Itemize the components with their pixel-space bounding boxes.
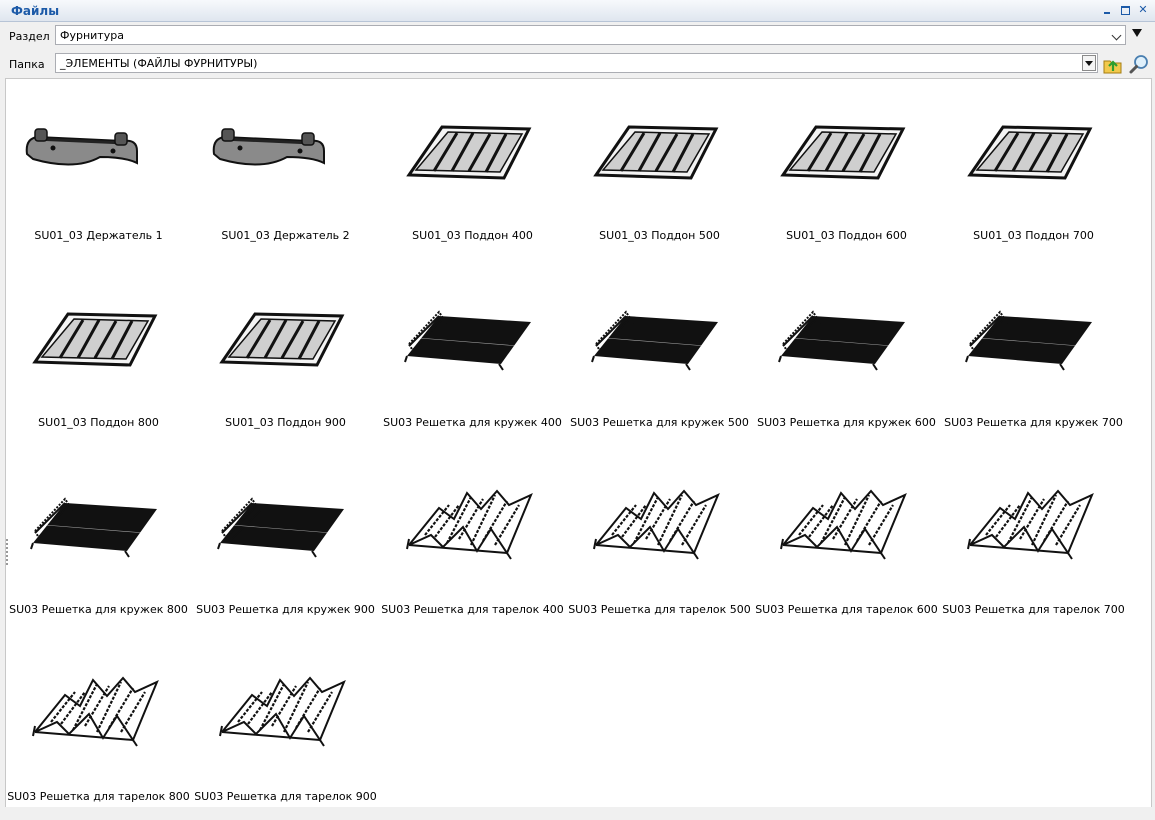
file-thumbnail xyxy=(5,266,192,416)
file-label: SU01_03 Держатель 2 xyxy=(221,229,350,242)
file-label: SU01_03 Поддон 800 xyxy=(38,416,159,429)
file-item[interactable]: SU03 Решетка для кружек 500 xyxy=(566,266,753,446)
file-item[interactable]: SU03 Решетка для тарелок 400 xyxy=(379,453,566,633)
cup-rack-icon xyxy=(217,498,345,558)
tray-icon xyxy=(33,312,157,367)
tray-icon xyxy=(220,312,344,367)
file-thumbnail xyxy=(940,79,1127,229)
folder-select[interactable]: _ЭЛЕМЕНТЫ (ФАЙЛЫ ФУРНИТУРЫ) xyxy=(55,53,1098,73)
file-thumbnail xyxy=(379,79,566,229)
file-label: SU03 Решетка для тарелок 800 xyxy=(7,790,190,803)
tray-icon xyxy=(407,125,531,180)
file-item[interactable]: SU03 Решетка для тарелок 900 xyxy=(192,640,379,820)
folder-up-button[interactable] xyxy=(1102,53,1124,75)
holder-icon xyxy=(212,127,326,167)
file-item[interactable]: SU03 Решетка для кружек 600 xyxy=(753,266,940,446)
plate-rack-icon xyxy=(31,676,159,748)
search-icon xyxy=(1129,55,1148,74)
dropdown-arrow-icon[interactable] xyxy=(1082,55,1096,71)
file-label: SU03 Решетка для кружек 800 xyxy=(9,603,188,616)
plate-rack-icon xyxy=(966,489,1094,561)
menu-triangle-icon[interactable] xyxy=(1132,29,1142,37)
search-button[interactable] xyxy=(1128,53,1150,75)
file-thumbnail xyxy=(753,79,940,229)
window-title: Файлы xyxy=(11,4,60,18)
file-label: SU03 Решетка для кружек 600 xyxy=(757,416,936,429)
file-thumbnail xyxy=(566,266,753,416)
file-label: SU03 Решетка для кружек 400 xyxy=(383,416,562,429)
chevron-down-icon[interactable] xyxy=(1111,30,1122,41)
file-thumbnail xyxy=(5,79,192,229)
file-thumbnail xyxy=(566,79,753,229)
file-item[interactable]: SU01_03 Поддон 500 xyxy=(566,79,753,259)
cup-rack-icon xyxy=(965,311,1093,371)
file-thumbnail xyxy=(192,266,379,416)
file-thumbnail xyxy=(753,453,940,603)
file-label: SU01_03 Держатель 1 xyxy=(34,229,163,242)
tray-icon xyxy=(781,125,905,180)
file-item[interactable]: SU01_03 Поддон 700 xyxy=(940,79,1127,259)
file-item[interactable]: SU01_03 Поддон 400 xyxy=(379,79,566,259)
section-value: Фурнитура xyxy=(60,29,124,42)
folder-value: _ЭЛЕМЕНТЫ (ФАЙЛЫ ФУРНИТУРЫ) xyxy=(60,57,258,70)
file-thumbnail xyxy=(379,453,566,603)
file-label: SU03 Решетка для тарелок 500 xyxy=(568,603,751,616)
file-item[interactable]: SU03 Решетка для кружек 400 xyxy=(379,266,566,446)
file-thumbnail xyxy=(5,640,192,790)
file-item[interactable]: SU03 Решетка для кружек 800 xyxy=(5,453,192,633)
cup-rack-icon xyxy=(30,498,158,558)
file-thumbnail xyxy=(5,453,192,603)
title-bar: Файлы ✕ xyxy=(0,0,1155,22)
file-item[interactable]: SU01_03 Держатель 2 xyxy=(192,79,379,259)
file-item[interactable]: SU01_03 Держатель 1 xyxy=(5,79,192,259)
plate-rack-icon xyxy=(218,676,346,748)
file-item[interactable]: SU03 Решетка для тарелок 600 xyxy=(753,453,940,633)
minimize-icon[interactable] xyxy=(1101,3,1113,17)
folder-up-icon xyxy=(1103,60,1122,74)
file-label: SU03 Решетка для кружек 500 xyxy=(570,416,749,429)
file-label: SU03 Решетка для кружек 900 xyxy=(196,603,375,616)
cup-rack-icon xyxy=(404,311,532,371)
file-label: SU03 Решетка для кружек 700 xyxy=(944,416,1123,429)
file-label: SU01_03 Поддон 400 xyxy=(412,229,533,242)
file-item[interactable]: SU01_03 Поддон 600 xyxy=(753,79,940,259)
file-thumbnail xyxy=(192,79,379,229)
file-label: SU03 Решетка для тарелок 700 xyxy=(942,603,1125,616)
file-thumbnail xyxy=(753,266,940,416)
file-label: SU03 Решетка для тарелок 400 xyxy=(381,603,564,616)
file-label: SU03 Решетка для тарелок 600 xyxy=(755,603,938,616)
file-label: SU01_03 Поддон 500 xyxy=(599,229,720,242)
file-thumbnail xyxy=(192,453,379,603)
file-item[interactable]: SU03 Решетка для тарелок 800 xyxy=(5,640,192,820)
folder-label: Папка xyxy=(9,58,45,71)
holder-icon xyxy=(25,127,139,167)
maximize-icon[interactable] xyxy=(1119,3,1131,17)
file-item[interactable]: SU03 Решетка для тарелок 700 xyxy=(940,453,1127,633)
file-label: SU01_03 Поддон 900 xyxy=(225,416,346,429)
file-item[interactable]: SU03 Решетка для кружек 700 xyxy=(940,266,1127,446)
plate-rack-icon xyxy=(592,489,720,561)
cup-rack-icon xyxy=(591,311,719,371)
file-label: SU01_03 Поддон 600 xyxy=(786,229,907,242)
window-controls: ✕ xyxy=(1101,3,1149,17)
file-item[interactable]: SU01_03 Поддон 900 xyxy=(192,266,379,446)
plate-rack-icon xyxy=(405,489,533,561)
file-thumbnail xyxy=(566,453,753,603)
plate-rack-icon xyxy=(779,489,907,561)
file-item[interactable]: SU03 Решетка для кружек 900 xyxy=(192,453,379,633)
file-thumbnail xyxy=(379,266,566,416)
close-icon[interactable]: ✕ xyxy=(1137,3,1149,17)
file-thumbnail xyxy=(940,453,1127,603)
file-item[interactable]: SU01_03 Поддон 800 xyxy=(5,266,192,446)
file-thumbnail xyxy=(940,266,1127,416)
cup-rack-icon xyxy=(778,311,906,371)
file-item[interactable]: SU03 Решетка для тарелок 500 xyxy=(566,453,753,633)
section-label: Раздел xyxy=(9,30,50,43)
file-label: SU03 Решетка для тарелок 900 xyxy=(194,790,377,803)
section-select[interactable]: Фурнитура xyxy=(55,25,1126,45)
tray-icon xyxy=(968,125,1092,180)
file-label: SU01_03 Поддон 700 xyxy=(973,229,1094,242)
tray-icon xyxy=(594,125,718,180)
file-thumbnail xyxy=(192,640,379,790)
